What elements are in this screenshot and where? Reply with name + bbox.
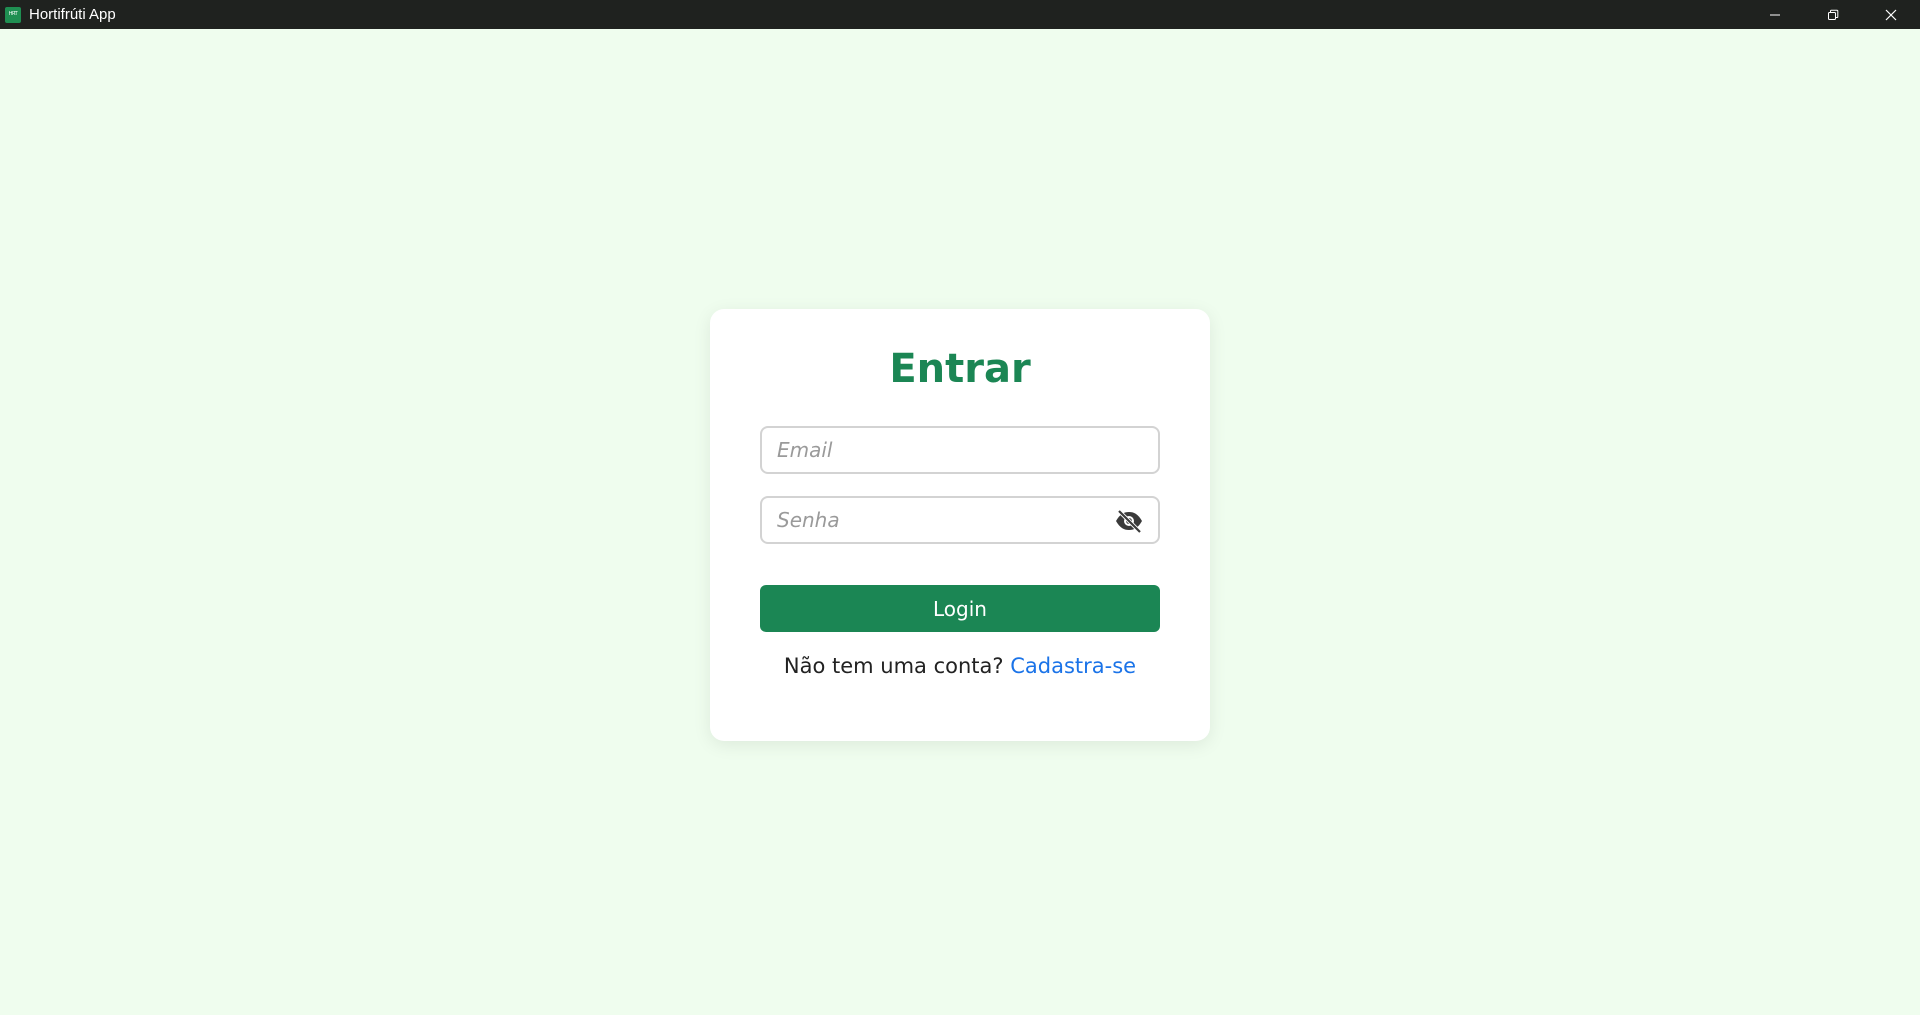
app-window: HRT Hortifrúti App Entrar Email Login Nã… [0,0,1920,1015]
signup-prompt-text: Não tem uma conta? [783,654,1004,678]
email-input[interactable] [762,428,1158,472]
password-field-wrapper [760,496,1160,544]
window-title: Hortifrúti App [29,6,116,23]
restore-button[interactable] [1804,0,1862,29]
close-icon [1885,9,1897,20]
minimize-button[interactable] [1746,0,1804,29]
app-icon-label: HRT [8,11,18,17]
restore-icon [1828,9,1839,20]
title-bar: HRT Hortifrúti App [0,0,1920,29]
password-visibility-toggle[interactable] [1114,509,1144,533]
login-button[interactable]: Login [760,585,1160,632]
minimize-icon [1770,14,1780,15]
signup-link[interactable]: Cadastra-se [1010,654,1136,678]
login-heading: Entrar [889,346,1031,392]
app-icon: HRT [5,6,21,23]
signup-prompt-line: Não tem uma conta? Cadastra-se [710,654,1210,678]
email-field-wrapper [760,426,1160,474]
password-input[interactable] [762,498,1158,542]
window-controls [1746,0,1920,29]
close-button[interactable] [1862,0,1920,29]
login-card: Entrar Login Não tem uma conta? Cadastra… [710,309,1210,741]
eye-slash-icon [1116,509,1142,533]
